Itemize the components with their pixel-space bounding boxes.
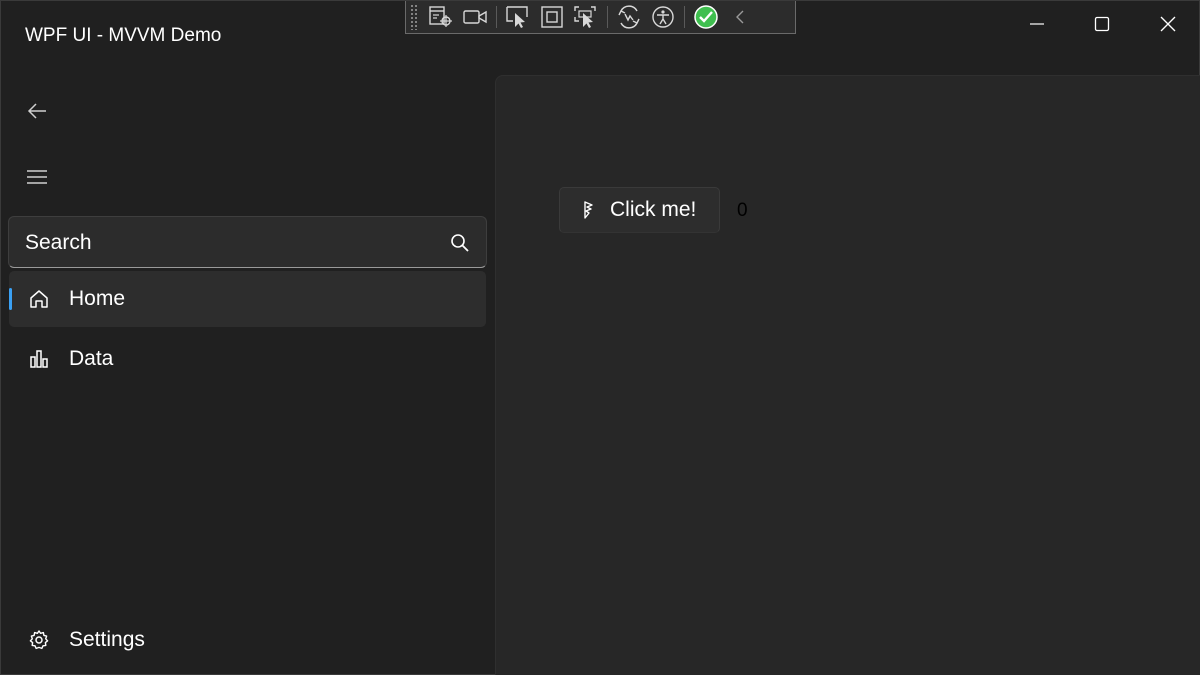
app-window: WPF UI - MVVM Demo Search Home Data Sett…	[0, 0, 1200, 675]
nav-item-label: Settings	[69, 628, 145, 651]
nav-item-home[interactable]: Home	[9, 271, 486, 327]
select-element-icon[interactable]	[501, 3, 535, 31]
fluent-icon	[584, 201, 593, 219]
menu-toggle-button[interactable]	[19, 159, 55, 195]
record-icon[interactable]	[458, 3, 492, 31]
live-visual-tree-icon[interactable]	[424, 3, 458, 31]
close-icon	[1160, 16, 1176, 32]
collapse-icon[interactable]	[723, 3, 757, 31]
search-box[interactable]	[8, 216, 487, 268]
toolbar-separator	[684, 6, 685, 28]
accessibility-icon[interactable]	[646, 3, 680, 31]
track-focus-icon[interactable]	[569, 3, 603, 31]
hamburger-menu-icon	[27, 170, 47, 184]
back-arrow-icon	[27, 103, 46, 119]
navigation-pane: Home Data Settings	[1, 71, 495, 675]
minimize-button[interactable]	[1004, 1, 1070, 47]
selection-indicator	[9, 288, 12, 310]
maximize-icon	[1094, 16, 1110, 32]
minimize-icon	[1030, 23, 1044, 25]
nav-item-data[interactable]: Data	[9, 331, 486, 387]
search-input[interactable]	[25, 227, 425, 259]
display-layout-adorners-icon[interactable]	[535, 3, 569, 31]
xaml-debug-toolbar	[405, 1, 796, 34]
window-title: WPF UI - MVVM Demo	[25, 25, 222, 46]
content-frame: Click me! 0	[495, 75, 1200, 675]
back-button[interactable]	[19, 93, 55, 129]
toolbar-grip[interactable]	[410, 4, 418, 30]
button-label: Click me!	[610, 198, 697, 221]
binding-ok-icon[interactable]	[689, 3, 723, 31]
click-me-button[interactable]: Click me!	[559, 187, 720, 233]
nav-item-label: Home	[69, 287, 126, 310]
hot-reload-icon[interactable]	[612, 3, 646, 31]
gear-icon	[29, 630, 49, 650]
toolbar-separator	[607, 6, 608, 28]
search-icon[interactable]	[449, 232, 471, 254]
toolbar-separator	[496, 6, 497, 28]
chart-icon	[30, 350, 48, 368]
home-icon	[30, 290, 48, 308]
nav-item-label: Data	[69, 347, 114, 370]
nav-item-settings[interactable]: Settings	[9, 612, 486, 668]
click-counter: 0	[737, 200, 748, 221]
close-button[interactable]	[1135, 1, 1200, 47]
maximize-button[interactable]	[1069, 1, 1135, 47]
